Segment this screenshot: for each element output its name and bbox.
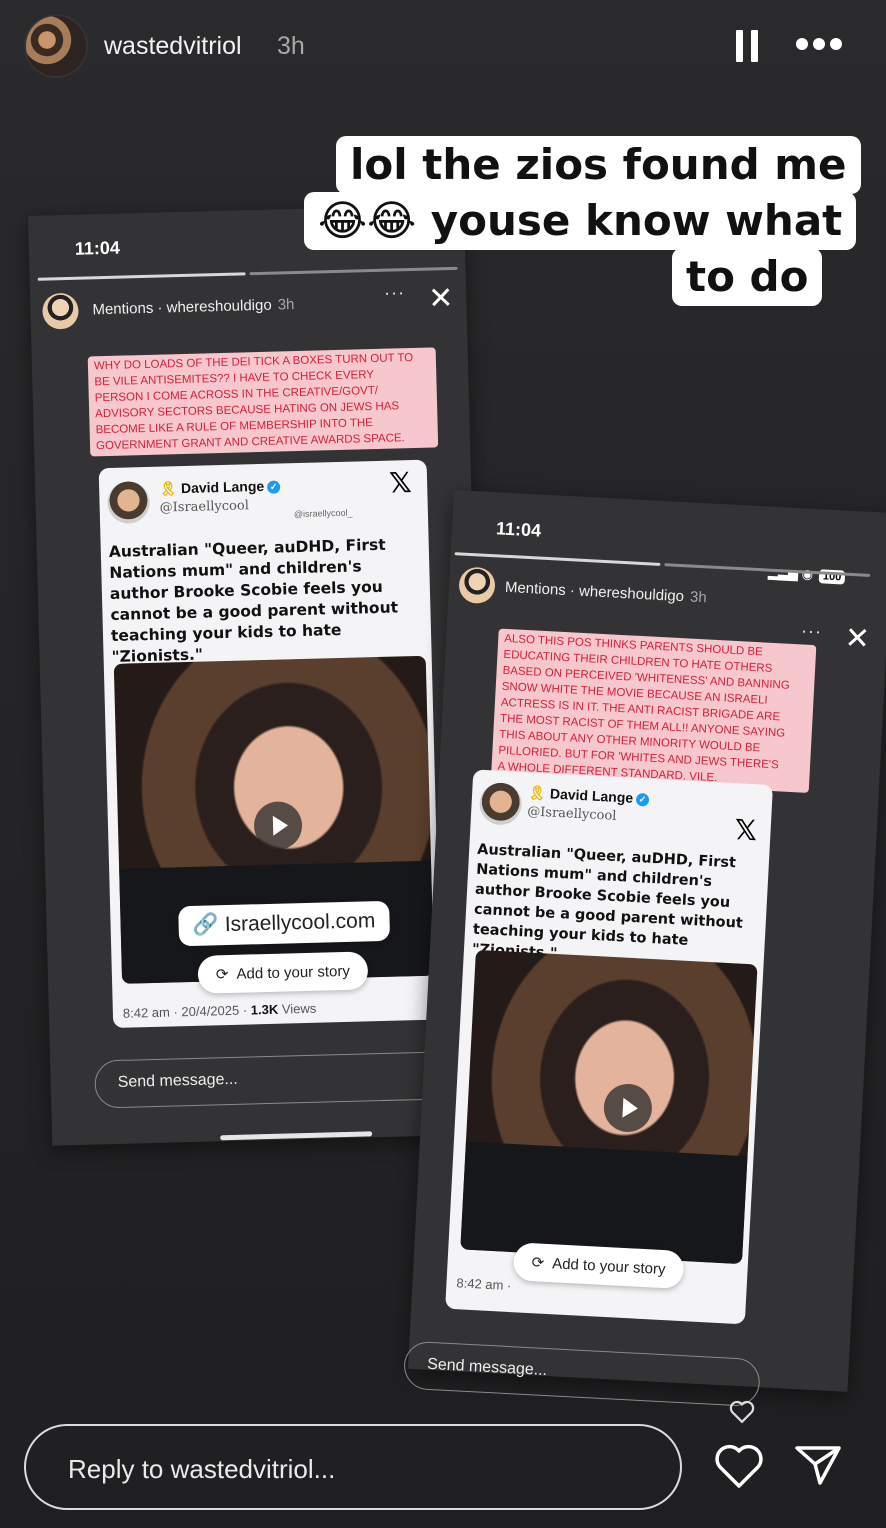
add-to-story-button: ⟳ Add to your story <box>512 1242 685 1290</box>
story-header: wastedvitriol 3h <box>0 0 886 96</box>
avatar <box>42 292 79 330</box>
play-icon <box>253 801 303 851</box>
avatar <box>478 781 523 826</box>
more-horizontal-icon: ··· <box>383 282 406 303</box>
refresh-icon: ⟳ <box>215 966 229 984</box>
x-logo-icon: 𝕏 <box>733 813 759 848</box>
pink-text-overlay: ALSO THIS POS THINKS PARENTS SHOULD BE E… <box>491 628 817 793</box>
send-icon[interactable] <box>794 1444 842 1486</box>
post-time: 3h <box>277 32 305 60</box>
watermark: @israellycool_ <box>293 507 353 520</box>
link-icon: 🔗 <box>192 913 220 937</box>
tweet-card: 🎗 David Lange ✓ @Israellycool 𝕏 Australian… <box>445 769 773 1325</box>
progress-bar <box>249 266 458 276</box>
status-time: 11:04 <box>495 518 542 541</box>
play-icon <box>602 1082 654 1134</box>
send-message-field: Send message... <box>94 1050 476 1109</box>
more-horizontal-icon[interactable] <box>796 38 842 52</box>
avatar[interactable] <box>24 14 88 78</box>
wifi-icon: ◉ <box>801 566 814 582</box>
avatar <box>106 480 151 525</box>
heart-icon <box>729 1400 755 1424</box>
add-to-story-button: ⟳ Add to your story <box>197 951 369 994</box>
progress-bar <box>454 552 661 566</box>
caption-line: 😂😂 youse know what <box>304 192 857 250</box>
username[interactable]: wastedvitriol <box>104 32 242 61</box>
heart-icon[interactable] <box>714 1444 764 1490</box>
progress-bar <box>37 272 246 281</box>
tweet-meta: 8:42 am · 20/4/2025 · 1.3K Views <box>122 1000 317 1021</box>
tweet-author: 🎗 David Lange ✓ <box>528 784 650 807</box>
story-screenshot-2: 11:04 ▂▃▅ ◉ 100 Mentions · whereshouldigo… <box>402 490 886 1408</box>
refresh-icon: ⟳ <box>531 1254 545 1272</box>
tweet-card: 🎗 David Lange ✓ @Israellycool @israellycoo… <box>98 459 442 1029</box>
more-horizontal-icon: ··· <box>800 620 823 642</box>
video-thumbnail <box>460 949 758 1265</box>
mention-label: Mentions · whereshouldigo 3h <box>504 578 708 607</box>
tweet-handle: @Israellycool <box>526 804 617 824</box>
close-icon: ✕ <box>843 620 871 657</box>
pink-text-overlay: WHY DO LOADS OF THE DEI TICK A BOXES TUR… <box>87 347 439 457</box>
tweet-meta: 8:42 am · <box>456 1275 512 1294</box>
link-sticker: 🔗 Israellycool.com <box>178 900 390 947</box>
story-screenshot-1: 11:04 Mentions · whereshouldigo 3h ··· ✕ … <box>28 204 489 1146</box>
caption-line: to do <box>672 248 823 306</box>
mention-label: Mentions · whereshouldigo 3h <box>92 296 295 319</box>
tweet-text: Australian "Queer, auDHD, First Nations … <box>108 535 399 666</box>
status-time: 11:04 <box>74 237 121 259</box>
reply-input[interactable]: Reply to wastedvitriol... <box>24 1424 682 1510</box>
pause-icon[interactable] <box>736 30 758 62</box>
caption-line: lol the zios found me <box>336 136 861 194</box>
tweet-handle: @Israellycool <box>159 498 250 516</box>
reply-placeholder: Reply to wastedvitriol... <box>68 1454 336 1484</box>
x-logo-icon: 𝕏 <box>388 466 413 500</box>
avatar <box>458 566 496 605</box>
tweet-author: 🎗 David Lange ✓ <box>159 477 281 497</box>
close-icon: ✕ <box>427 280 454 317</box>
